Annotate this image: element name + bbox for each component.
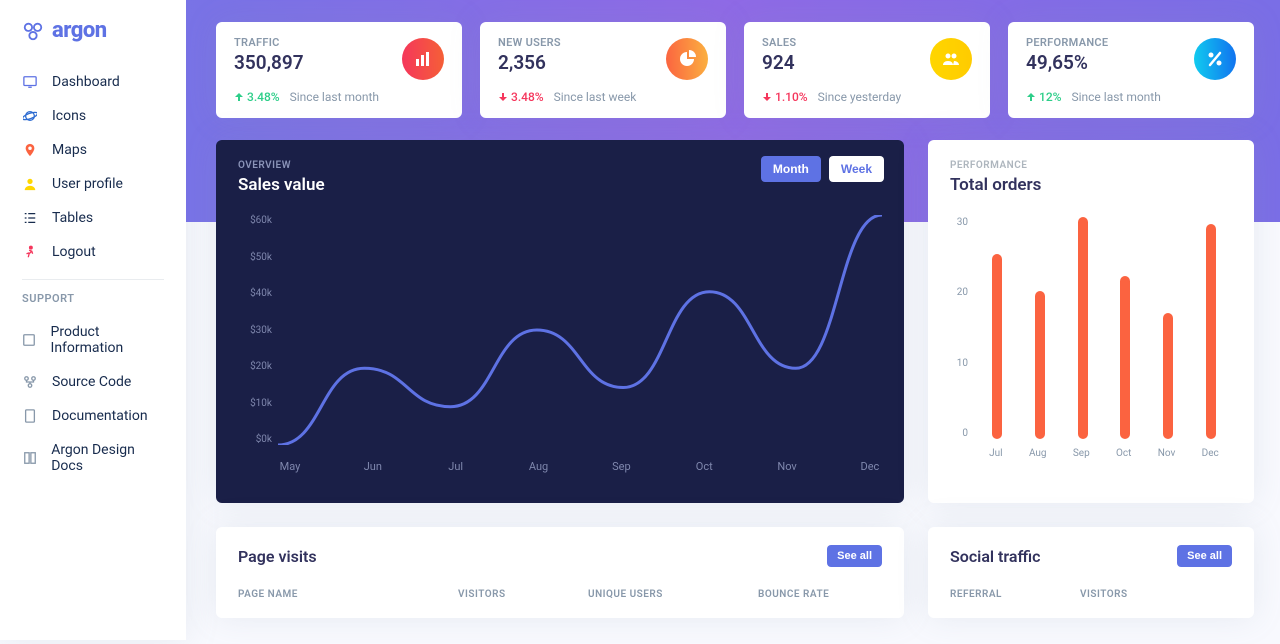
planet-icon — [22, 108, 38, 124]
see-all-button[interactable]: See all — [1177, 545, 1232, 567]
stat-delta: 1.10% — [762, 90, 808, 104]
support-heading: SUPPORT — [0, 292, 186, 315]
bar — [1206, 224, 1216, 439]
card-title: Page visits — [238, 547, 317, 566]
line-xaxis: MayJunJulAugSepOctNovDec — [278, 460, 882, 473]
chart-bar-icon — [402, 38, 444, 80]
main-content: TRAFFIC 350,897 3.48% Since last month N… — [186, 0, 1280, 644]
bar-chart: 3020100 JulAugSepOctNovDec — [950, 217, 1232, 479]
nav-label: User profile — [52, 176, 123, 192]
user-icon — [22, 176, 38, 192]
nav-label: Source Code — [52, 374, 131, 390]
bar — [1078, 217, 1088, 439]
nav-source-code[interactable]: Source Code — [0, 365, 186, 399]
tables-row: Page visits See all PAGE NAME VISITORS U… — [216, 527, 1254, 618]
bar-plot — [976, 217, 1232, 439]
toggle-week-button[interactable]: Week — [829, 156, 884, 182]
arrow-up-icon — [1026, 92, 1036, 102]
stat-since: Since last week — [554, 90, 637, 104]
total-orders-card: PERFORMANCE Total orders 3020100 JulAugS… — [928, 140, 1254, 503]
list-icon — [22, 210, 38, 226]
stat-since: Since yesterday — [818, 90, 902, 104]
users-icon — [930, 38, 972, 80]
bar — [1120, 276, 1130, 439]
nav-label: Dashboard — [52, 74, 120, 90]
stat-delta: 3.48% — [234, 90, 280, 104]
stat-since: Since last month — [1071, 90, 1160, 104]
card-eyebrow: PERFORMANCE — [950, 160, 1232, 171]
visits-thead: PAGE NAME VISITORS UNIQUE USERS BOUNCE R… — [238, 589, 882, 600]
nav-argon-design-docs[interactable]: Argon Design Docs — [0, 433, 186, 483]
bar-yaxis: 3020100 — [950, 217, 968, 439]
bar — [1163, 313, 1173, 439]
screen-icon — [22, 74, 38, 90]
card-title: Social traffic — [950, 547, 1040, 566]
pin-icon — [22, 142, 38, 158]
social-traffic-card: Social traffic See all REFERRAL VISITORS — [928, 527, 1254, 618]
design-icon — [22, 450, 37, 466]
brand-name: argon — [52, 18, 107, 43]
page-visits-card: Page visits See all PAGE NAME VISITORS U… — [216, 527, 904, 618]
line-chart: $0k$10k$20k$30k$40k$50k$60k MayJunJulAug… — [238, 215, 882, 485]
nav-label: Logout — [52, 244, 96, 260]
percent-icon — [1194, 38, 1236, 80]
nav-maps[interactable]: Maps — [0, 133, 186, 167]
bar — [992, 254, 1002, 439]
pie-chart-icon — [666, 38, 708, 80]
col-unique-users: UNIQUE USERS — [588, 589, 758, 600]
doc-icon — [22, 408, 38, 424]
stat-performance: PERFORMANCE 49,65% 12% Since last month — [1008, 22, 1254, 118]
arrow-down-icon — [762, 92, 772, 102]
bar-xaxis: JulAugSepOctNovDec — [976, 448, 1232, 459]
stat-new-users: NEW USERS 2,356 3.48% Since last week — [480, 22, 726, 118]
line-plot — [278, 215, 882, 445]
stats-row: TRAFFIC 350,897 3.48% Since last month N… — [216, 22, 1254, 118]
brand-logo[interactable]: argon — [0, 0, 186, 65]
nav-label: Icons — [52, 108, 86, 124]
line-yaxis: $0k$10k$20k$30k$40k$50k$60k — [238, 215, 272, 445]
arrow-up-icon — [234, 92, 244, 102]
stat-traffic: TRAFFIC 350,897 3.48% Since last month — [216, 22, 462, 118]
star-icon — [22, 332, 37, 348]
card-title: Total orders — [950, 175, 1232, 195]
social-thead: REFERRAL VISITORS — [950, 589, 1232, 600]
stat-since: Since last month — [290, 90, 379, 104]
see-all-button[interactable]: See all — [827, 545, 882, 567]
charts-row: OVERVIEW Sales value Month Week $0k$10k$… — [216, 140, 1254, 503]
nav-dashboard[interactable]: Dashboard — [0, 65, 186, 99]
nav-label: Product Information — [51, 324, 164, 356]
toggle-month-button[interactable]: Month — [761, 156, 821, 182]
col-referral: REFERRAL — [950, 589, 1080, 600]
stat-sales: SALES 924 1.10% Since yesterday — [744, 22, 990, 118]
stat-delta: 3.48% — [498, 90, 544, 104]
arrow-down-icon — [498, 92, 508, 102]
sidebar: argon Dashboard Icons Maps User profile … — [0, 0, 186, 640]
col-visitors: VISITORS — [458, 589, 588, 600]
nav-label: Argon Design Docs — [51, 442, 164, 474]
nav-documentation[interactable]: Documentation — [0, 399, 186, 433]
nav-user-profile[interactable]: User profile — [0, 167, 186, 201]
nav-label: Documentation — [52, 408, 148, 424]
bar — [1035, 291, 1045, 439]
support-nav: Product Information Source Code Document… — [0, 315, 186, 483]
main-nav: Dashboard Icons Maps User profile Tables… — [0, 65, 186, 269]
nav-icons[interactable]: Icons — [0, 99, 186, 133]
stat-delta: 12% — [1026, 90, 1061, 104]
run-icon — [22, 244, 38, 260]
col-page-name: PAGE NAME — [238, 589, 458, 600]
col-bounce-rate: BOUNCE RATE — [758, 589, 882, 600]
nav-label: Maps — [52, 142, 87, 158]
chart-toggle: Month Week — [761, 156, 884, 182]
nav-tables[interactable]: Tables — [0, 201, 186, 235]
col-visitors: VISITORS — [1080, 589, 1232, 600]
code-icon — [22, 374, 38, 390]
nav-divider — [22, 279, 164, 280]
brand-mark-icon — [22, 20, 44, 42]
sales-value-card: OVERVIEW Sales value Month Week $0k$10k$… — [216, 140, 904, 503]
nav-label: Tables — [52, 210, 93, 226]
nav-product-information[interactable]: Product Information — [0, 315, 186, 365]
nav-logout[interactable]: Logout — [0, 235, 186, 269]
